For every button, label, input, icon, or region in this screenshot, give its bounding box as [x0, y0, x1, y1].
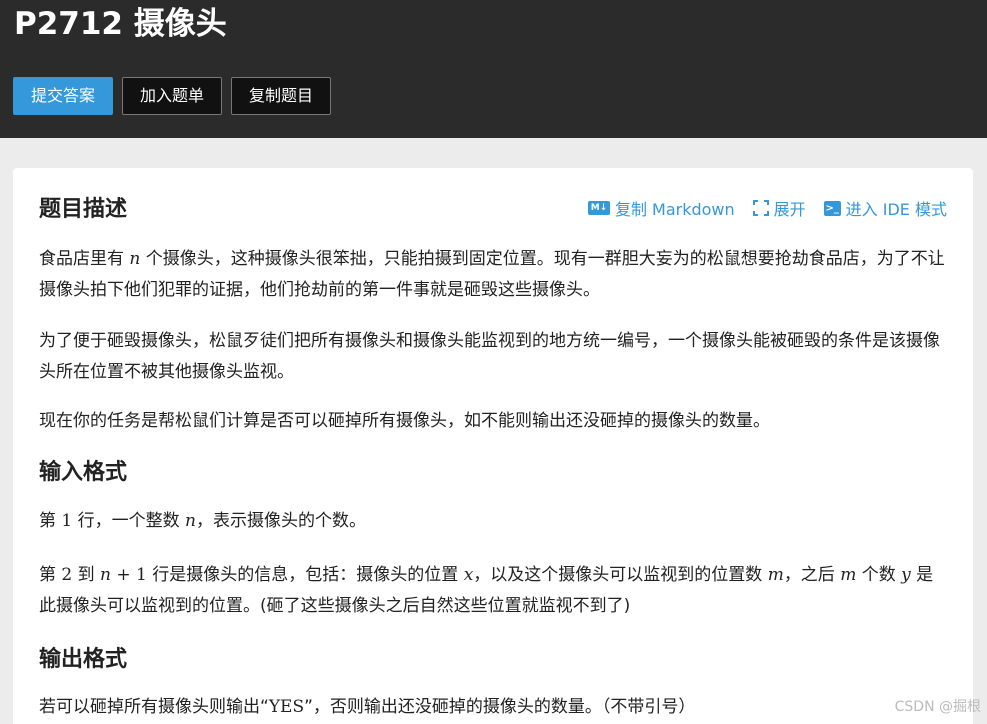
math-var: m: [840, 565, 857, 585]
watermark: CSDN @掘根: [894, 699, 981, 715]
input-line-1: 第 1 行，一个整数 n，表示摄像头的个数。: [39, 506, 949, 537]
markdown-icon: M↓: [587, 201, 610, 215]
math-var: n: [100, 565, 111, 585]
text: ，表示摄像头的个数。: [196, 511, 366, 531]
code-text: YES: [268, 697, 305, 717]
expand-button[interactable]: 展开: [752, 196, 806, 220]
text: 第: [39, 565, 62, 585]
ide-mode-button[interactable]: >_ 进入 IDE 模式: [823, 196, 947, 220]
math-num: + 1: [111, 565, 147, 585]
input-heading: 输入格式: [39, 460, 128, 485]
math-var: m: [767, 565, 784, 585]
text: 第: [39, 511, 62, 531]
problem-tools: M↓ 复制 Markdown 展开 >_ 进入 IDE 模式: [587, 196, 947, 220]
math-num: 1: [61, 511, 73, 531]
problem-card: M↓ 复制 Markdown 展开 >_ 进入 IDE 模式 题目描述 食品店里…: [13, 168, 973, 724]
description-paragraph-1: 食品店里有 n 个摄像头，这种摄像头很笨拙，只能拍摄到固定位置。现有一群胆大妄为…: [39, 244, 949, 306]
description-heading: 题目描述: [39, 197, 128, 222]
text: 行是摄像头的信息，包括：摄像头的位置: [146, 565, 464, 585]
description-paragraph-2: 为了便于砸毁摄像头，松鼠歹徒们把所有摄像头和摄像头能监视到的地方统一编号，一个摄…: [39, 331, 940, 382]
math-var: n: [185, 511, 196, 531]
text: ，以及这个摄像头可以监视到的位置数: [473, 565, 768, 585]
add-to-list-button[interactable]: 加入题单: [122, 77, 223, 115]
header-bar: P2712 摄像头 提交答案 加入题单 复制题目: [0, 0, 987, 138]
action-buttons: 提交答案 加入题单 复制题目: [13, 77, 332, 115]
text: 个数: [856, 565, 902, 585]
terminal-icon: >_: [823, 200, 841, 216]
text: 行，一个整数: [72, 511, 186, 531]
text: ”，否则输出还没砸掉的摄像头的数量。（不带引号）: [304, 697, 696, 717]
output-description: 若可以砸掉所有摄像头则输出“YES”，否则输出还没砸掉的摄像头的数量。（不带引号…: [39, 692, 949, 723]
expand-label: 展开: [773, 200, 806, 219]
text: 若可以砸掉所有摄像头则输出“: [39, 697, 269, 717]
text: 个摄像头，这种摄像头很笨拙，只能拍摄到固定位置。现有一群胆大妄为的松鼠想要抢劫食…: [39, 249, 945, 300]
submit-answer-button[interactable]: 提交答案: [13, 77, 114, 115]
copy-problem-button[interactable]: 复制题目: [231, 77, 332, 115]
text: ，之后: [783, 565, 841, 585]
math-var: x: [463, 565, 474, 585]
math-var: y: [901, 565, 911, 585]
math-num: 2: [61, 565, 73, 585]
ide-mode-label: 进入 IDE 模式: [845, 200, 947, 219]
expand-icon: [752, 200, 769, 216]
copy-markdown-button[interactable]: M↓ 复制 Markdown: [587, 196, 735, 220]
math-var: n: [129, 249, 141, 269]
text: 到: [72, 565, 101, 585]
input-line-2: 第 2 到 n + 1 行是摄像头的信息，包括：摄像头的位置 x，以及这个摄像头…: [39, 560, 949, 622]
description-paragraph-3: 现在你的任务是帮松鼠们计算是否可以砸掉所有摄像头，如不能则输出还没砸掉的摄像头的…: [39, 411, 770, 431]
copy-markdown-label: 复制 Markdown: [614, 200, 735, 219]
page-title: P2712 摄像头: [14, 6, 227, 42]
text: 食品店里有: [39, 249, 130, 269]
output-heading: 输出格式: [39, 647, 128, 672]
